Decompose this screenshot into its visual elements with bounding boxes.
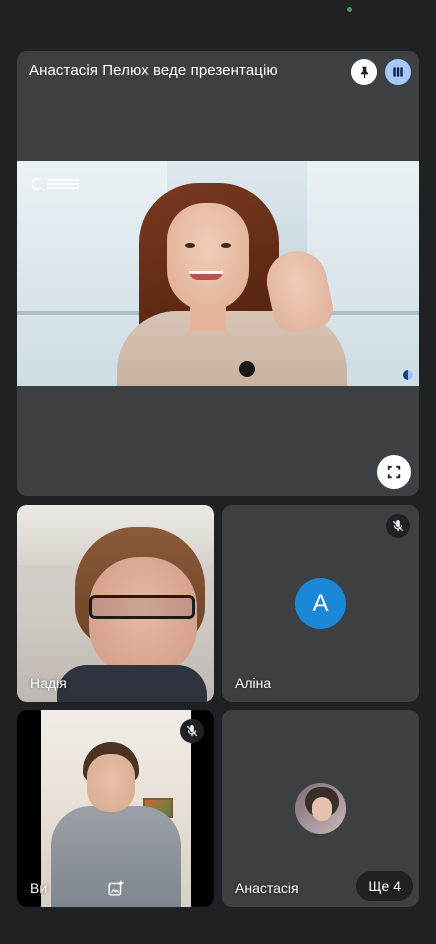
participant-name: Аліна [235,675,272,691]
presentation-tile[interactable]: Анастасія Пелюх веде презентацію [17,51,419,496]
participant-tile-self[interactable]: Ви [17,710,214,907]
participant-video [87,754,135,812]
fullscreen-icon [387,465,401,479]
mic-off-icon [180,719,204,743]
layout-button[interactable] [385,59,411,85]
more-participants-button[interactable]: Ще 4 [356,871,413,901]
mic-off-icon [386,514,410,538]
camera-status-dot [347,7,352,12]
avatar [295,783,346,834]
fullscreen-button[interactable] [377,455,411,489]
participant-tile-anastasia[interactable]: Анастасія Ще 4 [222,710,419,907]
participant-tile-alina[interactable]: A Аліна [222,505,419,702]
pin-button[interactable] [351,59,377,85]
participant-name: Надія [30,675,67,691]
microphone [239,361,255,377]
visual-effects-icon[interactable] [107,879,125,897]
speaking-indicator-icon [403,370,413,380]
participant-video [89,595,195,619]
participant-name: Анастасія [235,880,299,896]
avatar: A [295,578,346,629]
participant-tile-nadia[interactable]: Надія [17,505,214,702]
layout-icon [393,67,403,77]
broadcaster-logo [31,175,81,193]
presentation-video [17,161,419,386]
pin-icon [361,66,369,79]
participant-name: Ви [30,880,48,896]
presentation-title: Анастасія Пелюх веде презентацію [29,62,278,79]
